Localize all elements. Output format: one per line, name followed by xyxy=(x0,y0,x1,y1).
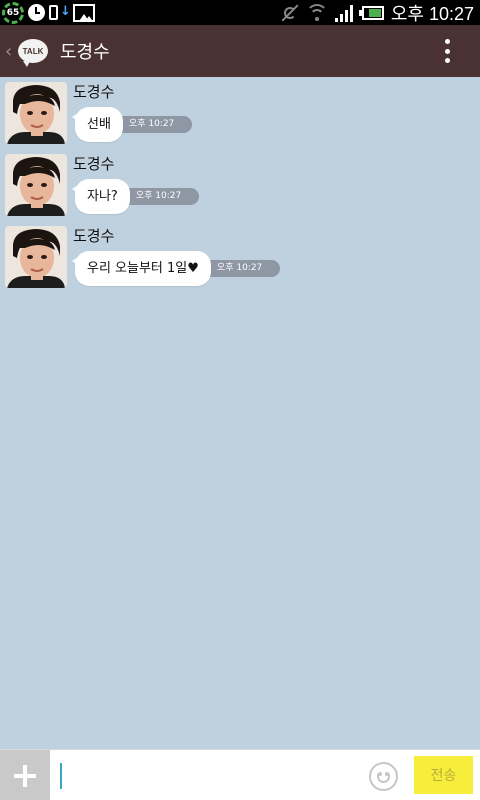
smiley-icon[interactable] xyxy=(369,762,398,791)
message-text: 선배 xyxy=(87,117,111,132)
message-content: 자나? 오후 10:27 xyxy=(72,179,200,214)
more-vert-icon[interactable] xyxy=(444,39,450,63)
status-bar: 65 ↓ 오후 10:27 xyxy=(0,0,480,25)
download-icon: ↓ xyxy=(49,4,71,22)
sender-name: 도경수 xyxy=(73,83,115,101)
message-input[interactable] xyxy=(58,756,358,794)
message-row: 도경수 선배 오후 10:27 xyxy=(5,77,475,144)
sender-name: 도경수 xyxy=(73,155,115,173)
chat-title: 도경수 xyxy=(60,42,110,63)
battery-ring-icon: 65 xyxy=(2,1,24,24)
avatar[interactable] xyxy=(5,82,67,144)
wifi-icon xyxy=(305,3,328,22)
heart-icon: ♥ xyxy=(187,261,199,276)
chevron-left-icon[interactable]: ‹ xyxy=(5,41,15,62)
message-input-bar: 전송 xyxy=(0,749,480,800)
image-icon xyxy=(73,3,95,22)
sender-name: 도경수 xyxy=(73,227,115,245)
status-time: 오후 10:27 xyxy=(390,3,474,24)
sync-off-icon xyxy=(281,4,299,22)
battery-icon xyxy=(358,5,384,20)
message-time: 오후 10:27 xyxy=(202,260,281,277)
clock-icon xyxy=(28,4,45,21)
message-text: 자나? xyxy=(87,189,118,204)
message-time: 오후 10:27 xyxy=(114,116,193,133)
send-button[interactable]: 전송 xyxy=(414,756,473,794)
message-text: 우리 오늘부터 1일 xyxy=(87,261,188,276)
avatar[interactable] xyxy=(5,154,67,216)
message-row: 도경수 우리 오늘부터 1일♥ 오후 10:27 xyxy=(5,221,475,288)
chat-header: ‹ TALK 도경수 xyxy=(0,25,480,77)
message-row: 도경수 자나? 오후 10:27 xyxy=(5,149,475,216)
chat-area[interactable]: 도경수 선배 오후 10:27 도경수 자나? 오후 10:27 도경수 우리 … xyxy=(0,77,480,749)
talk-logo[interactable]: TALK xyxy=(18,39,48,67)
plus-icon[interactable] xyxy=(0,750,50,800)
message-time: 오후 10:27 xyxy=(121,188,200,205)
avatar[interactable] xyxy=(5,226,67,288)
message-bubble[interactable]: 선배 xyxy=(72,107,123,142)
message-bubble[interactable]: 우리 오늘부터 1일♥ xyxy=(72,251,211,286)
message-content: 선배 오후 10:27 xyxy=(72,107,193,142)
message-content: 우리 오늘부터 1일♥ 오후 10:27 xyxy=(72,251,281,286)
text-caret xyxy=(60,763,62,789)
message-bubble[interactable]: 자나? xyxy=(72,179,130,214)
signal-icon xyxy=(334,4,355,22)
